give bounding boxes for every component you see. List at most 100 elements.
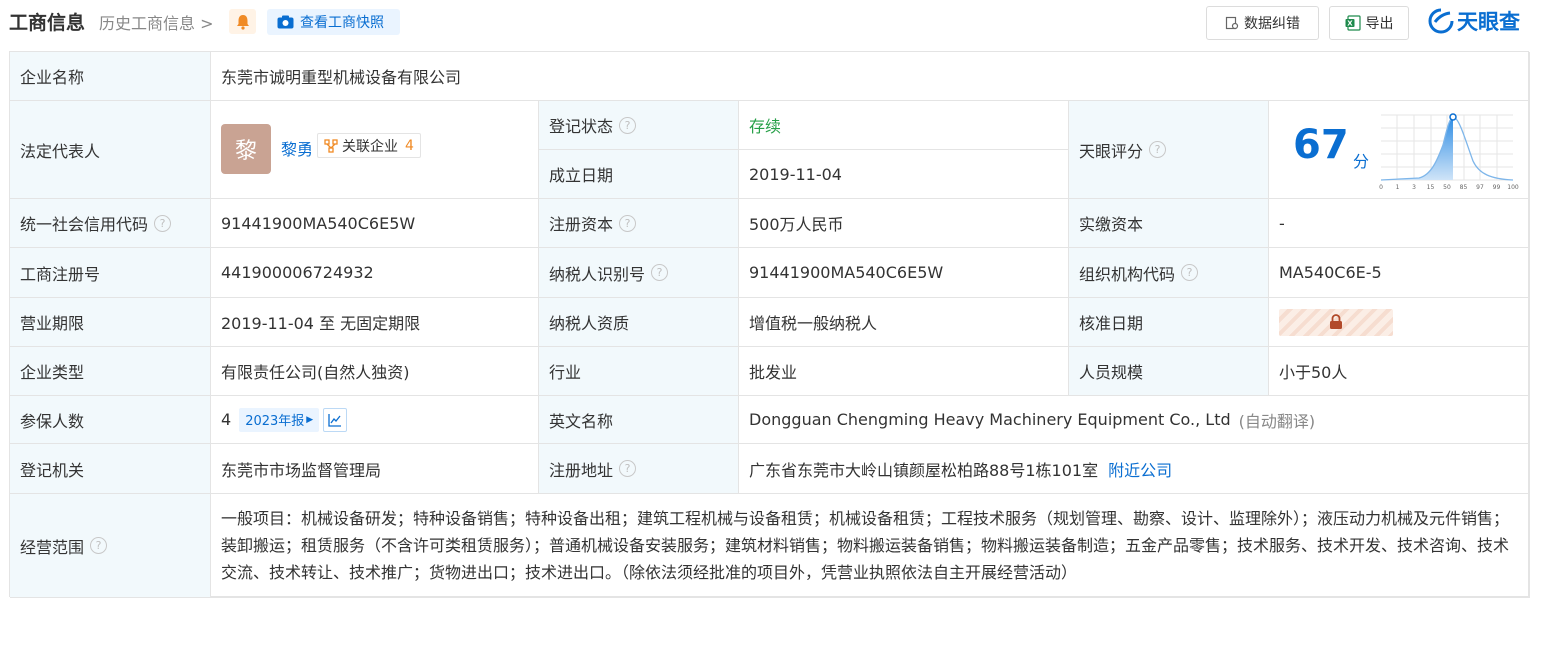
score-unit: 分 bbox=[1353, 152, 1370, 171]
company-name-value: 东莞市诚明重型机械设备有限公司 bbox=[211, 52, 1530, 101]
staff-text: 小于50人 bbox=[1279, 363, 1348, 382]
tax-quality-text: 增值税一般纳税人 bbox=[749, 314, 878, 333]
found-date-label: 成立日期 bbox=[539, 150, 739, 199]
help-icon[interactable]: ? bbox=[619, 116, 637, 134]
reg-no-text: 441900006724932 bbox=[221, 263, 374, 282]
network-icon bbox=[324, 138, 338, 153]
authority-value: 东莞市市场监督管理局 bbox=[211, 444, 539, 494]
score-axis-label: 3 bbox=[1412, 184, 1416, 191]
avatar-char: 黎 bbox=[234, 139, 257, 164]
found-date-value: 2019-11-04 bbox=[739, 150, 1069, 199]
help-icon[interactable]: ? bbox=[1149, 141, 1167, 158]
score-axis-label: 100 bbox=[1507, 184, 1519, 191]
term-text: 2019-11-04 至 无固定期限 bbox=[221, 314, 421, 333]
export-button[interactable]: X 导出 bbox=[1329, 6, 1409, 40]
tax-no-value: 91441900MA540C6E5W bbox=[739, 248, 1069, 298]
snapshot-label: 查看工商快照 bbox=[300, 15, 384, 31]
capital-label: 注册资本? bbox=[539, 199, 739, 248]
score-label: 天眼评分? bbox=[1069, 101, 1269, 199]
credit-code-label: 统一社会信用代码? bbox=[10, 199, 211, 248]
paid-capital-label: 实缴资本 bbox=[1069, 199, 1269, 248]
company-type-text: 有限责任公司(自然人独资) bbox=[221, 363, 410, 382]
tax-no-label-text: 纳税人识别号 bbox=[549, 264, 646, 284]
approve-date-label: 核准日期 bbox=[1069, 298, 1269, 347]
status-value: 存续 bbox=[739, 101, 1069, 150]
caret-right-icon: ▶ bbox=[306, 414, 314, 425]
score-axis-label: 99 bbox=[1493, 184, 1501, 191]
legal-rep-label-text: 法定代表人 bbox=[20, 141, 101, 161]
found-date-label-text: 成立日期 bbox=[549, 166, 614, 185]
legal-rep-value: 黎 黎勇 关联企业 4 bbox=[211, 101, 539, 199]
industry-text: 批发业 bbox=[749, 363, 798, 382]
address-text: 广东省东莞市大岭山镇颜屋松柏路88号1栋101室 bbox=[749, 460, 1099, 480]
english-name-text: Dongguan Chengming Heavy Machinery Equip… bbox=[749, 410, 1231, 429]
credit-code-value: 91441900MA540C6E5W bbox=[211, 199, 539, 248]
excel-icon: X bbox=[1345, 15, 1361, 31]
capital-text: 500万人民币 bbox=[749, 215, 844, 234]
term-label: 营业期限 bbox=[10, 298, 211, 347]
logo-mark-icon bbox=[1428, 8, 1454, 34]
help-icon[interactable]: ? bbox=[651, 264, 669, 281]
feedback-button[interactable]: 数据纠错 bbox=[1206, 6, 1319, 40]
avatar[interactable]: 黎 bbox=[221, 124, 271, 174]
score-axis-label: 50 bbox=[1443, 184, 1451, 191]
score-axis-label: 15 bbox=[1427, 184, 1435, 191]
nearby-companies-link[interactable]: 附近公司 bbox=[1108, 457, 1172, 481]
reg-no-label: 工商注册号 bbox=[10, 248, 211, 298]
score-label-text: 天眼评分 bbox=[1079, 141, 1144, 161]
export-label: 导出 bbox=[1365, 16, 1394, 32]
related-count: 4 bbox=[405, 137, 414, 154]
insured-label: 参保人数 bbox=[10, 396, 211, 444]
chevron-right-icon: > bbox=[195, 14, 214, 33]
org-code-label-text: 组织机构代码 bbox=[1079, 264, 1176, 284]
annual-report-button[interactable]: 2023年报 ▶ bbox=[239, 407, 320, 432]
help-icon[interactable]: ? bbox=[154, 214, 172, 232]
history-link[interactable]: 历史工商信息 > bbox=[99, 10, 214, 34]
line-chart-icon bbox=[328, 413, 342, 427]
approve-date-label-text: 核准日期 bbox=[1079, 314, 1144, 333]
tax-quality-label-text: 纳税人资质 bbox=[549, 314, 630, 333]
scope-value: 一般项目：机械设备研发；特种设备销售；特种设备出租；建筑工程机械与设备租赁；机械… bbox=[211, 494, 1530, 598]
trend-chart-button[interactable] bbox=[323, 407, 348, 432]
related-companies-tag[interactable]: 关联企业 4 bbox=[317, 133, 421, 158]
locked-value[interactable] bbox=[1279, 308, 1393, 336]
document-edit-icon bbox=[1225, 16, 1239, 30]
bell-button[interactable] bbox=[229, 9, 256, 34]
tax-quality-label: 纳税人资质 bbox=[539, 298, 739, 347]
bell-icon bbox=[236, 14, 249, 30]
score-axis-label: 97 bbox=[1476, 184, 1484, 191]
status-text: 存续 bbox=[749, 117, 782, 136]
history-label: 历史工商信息 bbox=[99, 14, 196, 33]
report-year-text: 2023年报 bbox=[245, 414, 305, 429]
help-icon[interactable]: ? bbox=[619, 214, 637, 232]
help-icon[interactable]: ? bbox=[1181, 264, 1199, 281]
status-label: 登记状态? bbox=[539, 101, 739, 150]
page-title: 工商信息 bbox=[9, 12, 86, 34]
scope-label-text: 经营范围 bbox=[20, 537, 85, 557]
lock-icon bbox=[1330, 314, 1342, 329]
address-value: 广东省东莞市大岭山镇颜屋松柏路88号1栋101室 附近公司 bbox=[739, 444, 1530, 494]
auto-translate-note: (自动翻译) bbox=[1238, 411, 1316, 431]
credit-code-label-text: 统一社会信用代码 bbox=[20, 215, 149, 234]
insured-value: 4 2023年报 ▶ bbox=[211, 396, 539, 444]
reg-no-value: 441900006724932 bbox=[211, 248, 539, 298]
company-name-text: 东莞市诚明重型机械设备有限公司 bbox=[221, 68, 462, 87]
term-label-text: 营业期限 bbox=[20, 314, 85, 333]
score-value[interactable]: 67 分 0 1 3 15 50 85 97 99 100 bbox=[1269, 101, 1530, 199]
paid-capital-value: - bbox=[1269, 199, 1530, 248]
capital-label-text: 注册资本 bbox=[549, 215, 614, 234]
industry-label: 行业 bbox=[539, 347, 739, 396]
legal-rep-name[interactable]: 黎勇 bbox=[281, 136, 313, 160]
help-icon[interactable]: ? bbox=[619, 460, 637, 477]
address-label-text: 注册地址 bbox=[549, 460, 614, 480]
header-bar: 工商信息 历史工商信息 > 查看工商快照 数据纠错 X 导出 天眼查 bbox=[0, 0, 1552, 44]
insured-text: 4 bbox=[221, 410, 232, 429]
org-code-value: MA540C6E-5 bbox=[1269, 248, 1530, 298]
help-icon[interactable]: ? bbox=[90, 537, 108, 554]
snapshot-button[interactable]: 查看工商快照 bbox=[267, 9, 400, 35]
authority-text: 东莞市市场监督管理局 bbox=[221, 460, 382, 480]
authority-label-text: 登记机关 bbox=[20, 460, 85, 480]
english-name-value: Dongguan Chengming Heavy Machinery Equip… bbox=[739, 396, 1530, 444]
company-type-label: 企业类型 bbox=[10, 347, 211, 396]
found-date-text: 2019-11-04 bbox=[749, 164, 842, 184]
